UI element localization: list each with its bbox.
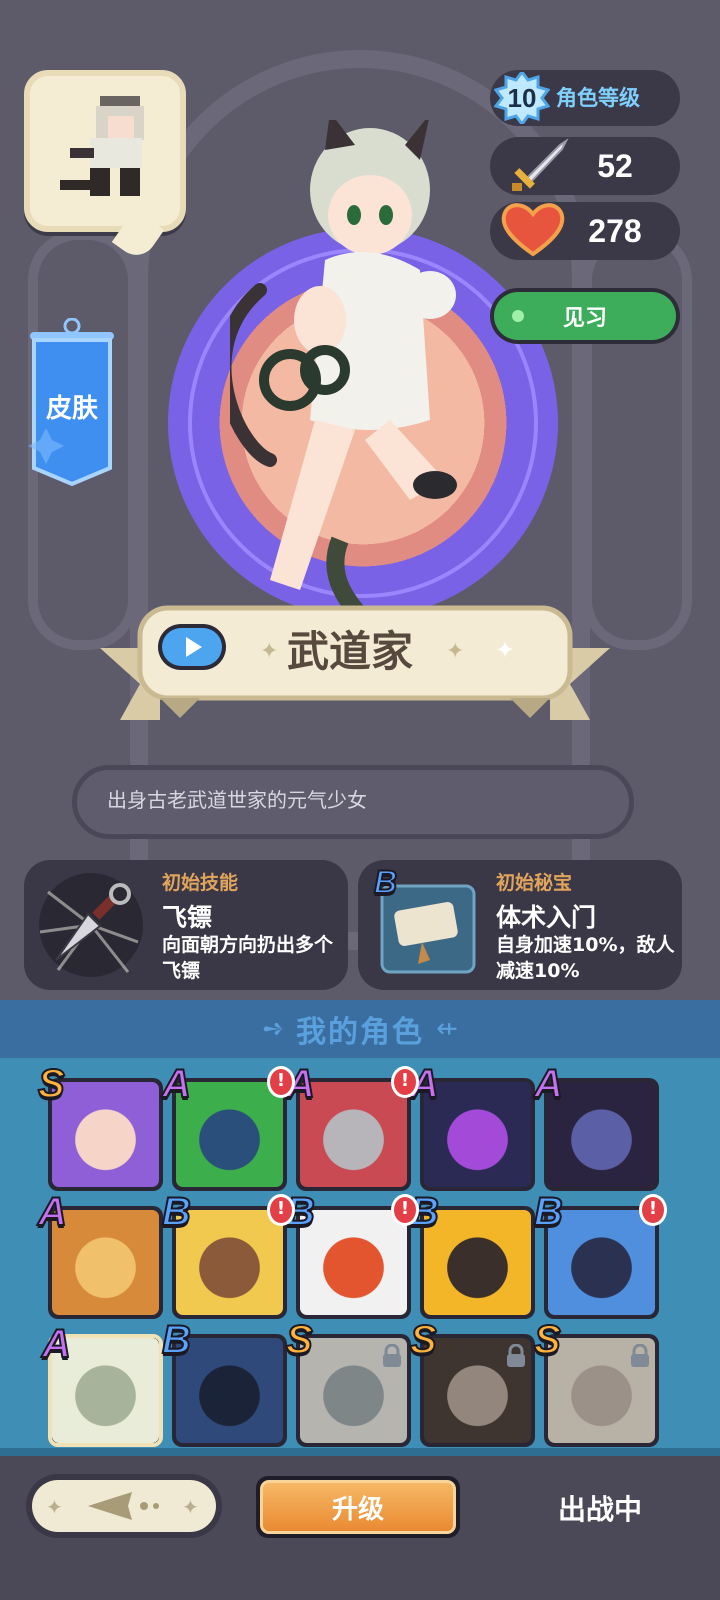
role-card[interactable]: A	[41, 1323, 163, 1447]
level-label: 角色等级	[556, 86, 640, 110]
pixel-sprite-preview[interactable]	[24, 70, 186, 263]
play-icon	[186, 637, 202, 657]
header-right-ornament-icon: ⇷	[436, 1014, 458, 1044]
treasure-header: 初始秘宝	[496, 872, 573, 894]
role-card[interactable]: B!	[533, 1191, 667, 1319]
skin-button[interactable]: 皮肤	[26, 318, 118, 488]
role-card[interactable]: B!	[285, 1191, 419, 1319]
hp-value: 278	[588, 212, 642, 249]
exclamation-icon: !	[267, 1066, 295, 1098]
role-card[interactable]: A!	[285, 1063, 419, 1191]
role-card[interactable]: S	[37, 1063, 163, 1191]
status-dot-icon	[512, 310, 524, 322]
role-card[interactable]: B	[409, 1191, 535, 1319]
upgrade-button[interactable]: 升级	[256, 1476, 460, 1538]
exclamation-icon: !	[391, 1194, 419, 1226]
treasure-description: 自身加速10%，敌人减速10%	[496, 934, 675, 982]
role-rank: S	[285, 1318, 314, 1362]
role-card[interactable]: A!	[161, 1063, 295, 1191]
kunai-icon	[39, 873, 143, 977]
ornament-menu-button[interactable]: ✦ ✦	[26, 1474, 222, 1538]
role-card[interactable]: A	[409, 1063, 535, 1191]
skill-header: 初始技能	[162, 872, 239, 894]
intern-label: 见习	[562, 306, 607, 331]
my-roles-title: 我的角色	[296, 1015, 424, 1050]
role-portrait	[424, 1210, 531, 1315]
level-number: 10	[507, 83, 537, 113]
intern-status-button[interactable]: 见习	[490, 288, 680, 344]
role-portrait	[52, 1082, 159, 1187]
role-rank: S	[533, 1318, 562, 1362]
character-name: 武道家	[286, 627, 413, 676]
attack-value: 52	[597, 147, 633, 184]
role-rank: B	[161, 1318, 192, 1362]
role-rank: S	[409, 1318, 438, 1362]
svg-text:✦: ✦	[182, 1495, 199, 1519]
role-card[interactable]: S	[533, 1319, 659, 1447]
role-rank: B	[161, 1190, 192, 1234]
upgrade-label: 升级	[331, 1494, 384, 1525]
role-rank: A	[533, 1062, 564, 1106]
skin-label: 皮肤	[45, 394, 98, 424]
role-portrait	[548, 1210, 655, 1315]
play-animation-button[interactable]	[158, 624, 226, 670]
role-portrait	[176, 1338, 283, 1443]
skill-description: 向面朝方向扔出多个飞镖	[162, 934, 334, 982]
svg-text:✦: ✦	[495, 636, 515, 664]
role-rank: S	[37, 1062, 66, 1106]
role-portrait	[176, 1082, 283, 1187]
sword-icon	[512, 138, 569, 191]
role-portrait	[548, 1082, 655, 1187]
lock-icon	[631, 1344, 649, 1367]
role-rank: A	[41, 1322, 72, 1366]
role-card[interactable]: S	[409, 1319, 535, 1447]
role-rank: B	[533, 1190, 564, 1234]
character-description-box: 出身古老武道世家的元气少女	[72, 765, 634, 839]
lock-icon	[383, 1344, 401, 1367]
role-card[interactable]: B	[161, 1319, 287, 1447]
role-card[interactable]: S	[285, 1319, 411, 1447]
role-portrait	[424, 1082, 531, 1187]
role-grid: S A! A! A A A B! B! B B! A B S S S	[0, 1058, 720, 1456]
role-rank: A	[37, 1190, 68, 1234]
character-level: 10 角色等级	[490, 70, 680, 126]
character-portrait	[230, 120, 457, 640]
role-card[interactable]: A	[533, 1063, 659, 1191]
treasure-rank: B	[373, 863, 398, 901]
exclamation-icon: !	[267, 1194, 295, 1226]
attack-stat: 52	[490, 137, 680, 195]
hp-stat: 278	[490, 202, 680, 260]
exclamation-icon: !	[391, 1066, 419, 1098]
lock-icon	[507, 1344, 525, 1367]
skill-name: 飞镖	[162, 903, 213, 932]
role-portrait	[300, 1082, 407, 1187]
role-rank: A	[161, 1062, 192, 1106]
exclamation-icon: !	[639, 1194, 667, 1226]
character-description: 出身古老武道世家的元气少女	[107, 788, 367, 812]
my-roles-header: ➺ 我的角色 ⇷	[0, 1000, 720, 1058]
role-portrait	[176, 1210, 283, 1315]
role-card[interactable]: A	[37, 1191, 163, 1319]
role-card[interactable]: B!	[161, 1191, 295, 1319]
initial-treasure-card[interactable]: B 初始秘宝 体术入门 自身加速10%，敌人减速10%	[358, 860, 682, 990]
initial-skill-card[interactable]: 初始技能 飞镖 向面朝方向扔出多个飞镖	[24, 860, 348, 990]
ornament-icon: ✦ ✦	[46, 1492, 199, 1520]
pixel-sprite-icon	[60, 96, 144, 196]
bottom-action-bar: ✦ ✦ 升级 出战中	[0, 1456, 720, 1600]
heart-icon	[501, 203, 565, 257]
svg-text:✦: ✦	[46, 1495, 63, 1519]
role-portrait	[300, 1210, 407, 1315]
deployed-status: 出战中	[557, 1493, 642, 1526]
header-left-ornament-icon: ➺	[262, 1014, 284, 1044]
role-portrait	[52, 1210, 159, 1315]
treasure-name: 体术入门	[496, 903, 597, 932]
